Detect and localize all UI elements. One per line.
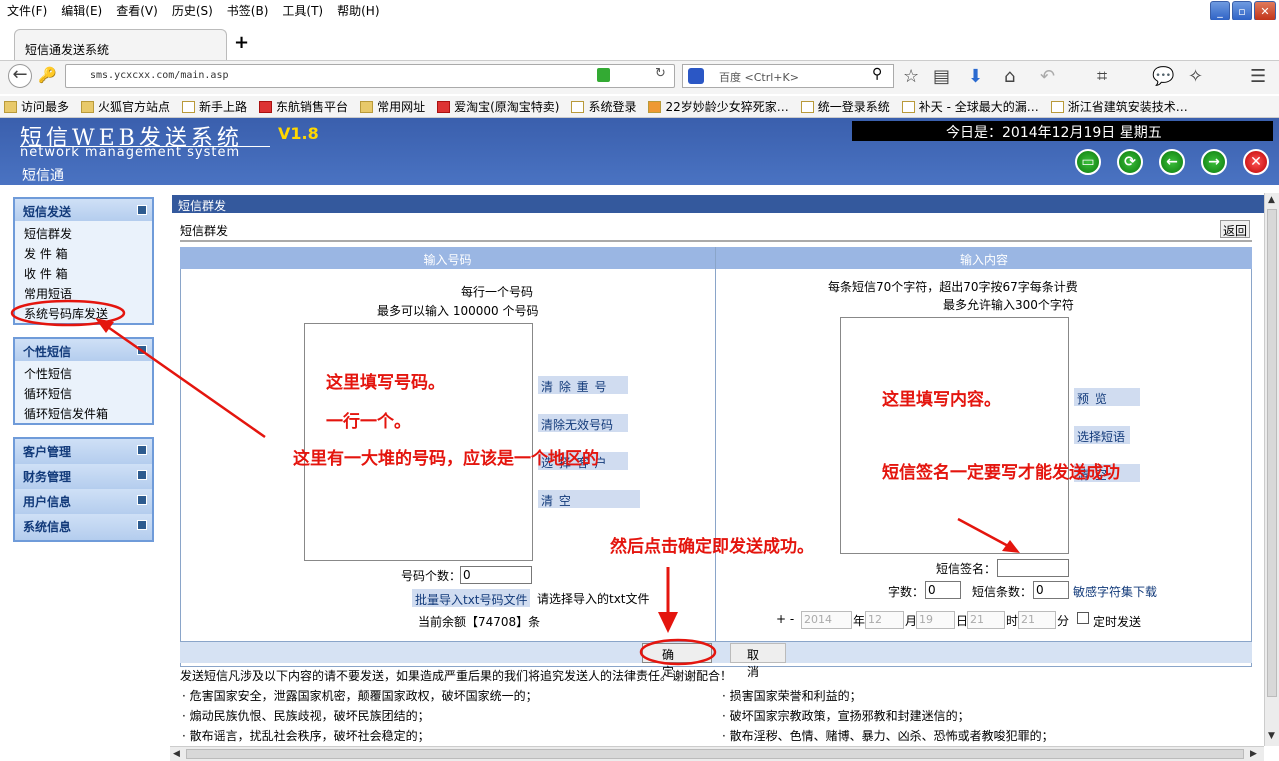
annotation-circle bbox=[639, 638, 717, 666]
annotation-then-click: 然后点击确定即发送成功。 bbox=[610, 537, 814, 557]
arrowhead-icon bbox=[1002, 540, 1020, 553]
annotation-fill-number: 这里填写号码。 bbox=[326, 373, 445, 393]
annotation-signature: 短信签名一定要写才能发送成功 bbox=[882, 463, 1120, 483]
annotation-overlay bbox=[10, 299, 1020, 666]
annotation-many-numbers: 这里有一大堆的号码，应该是一个地区的 bbox=[293, 449, 599, 469]
annotation-arrow bbox=[104, 323, 266, 439]
annotation-one-per-line: 一行一个。 bbox=[326, 412, 411, 432]
annotation-fill-content: 这里填写内容。 bbox=[882, 390, 1001, 410]
arrowhead-icon bbox=[658, 612, 678, 633]
annotation-arrow bbox=[957, 517, 1011, 549]
